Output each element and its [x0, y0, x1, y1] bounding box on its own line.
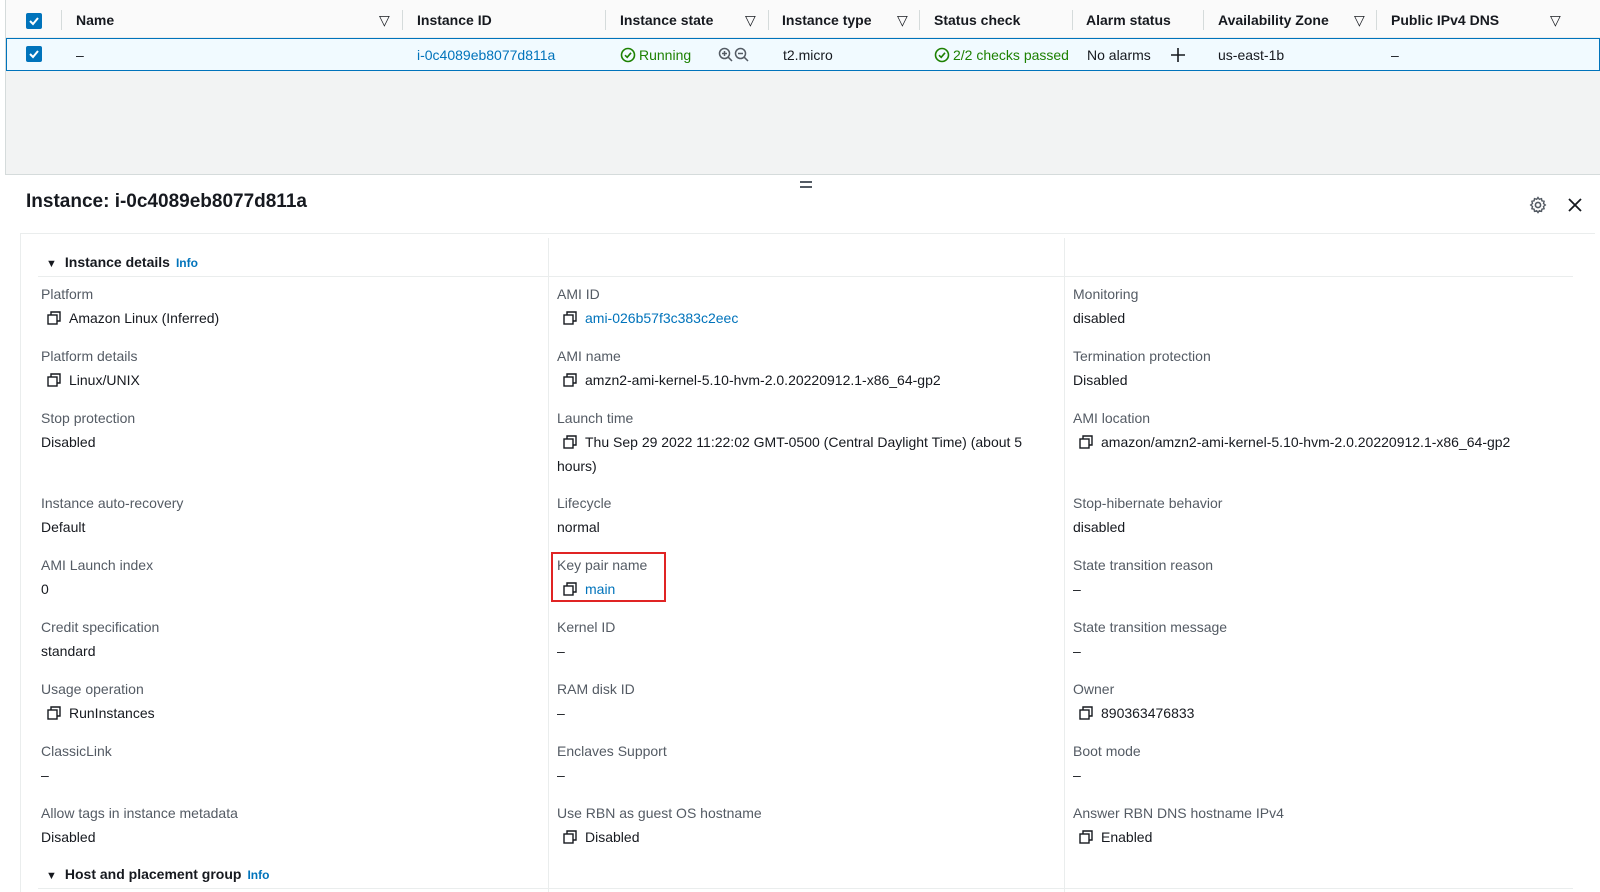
- copy-icon[interactable]: [1079, 828, 1093, 850]
- instance-id-link[interactable]: i-0c4089eb8077d811a: [417, 39, 555, 70]
- field-kernel-id: Kernel ID –: [557, 619, 616, 659]
- copy-icon[interactable]: [563, 371, 577, 393]
- field-lifecycle: Lifecycle normal: [557, 495, 612, 535]
- instance-state-text: Running: [639, 47, 692, 63]
- alarm-status: No alarms: [1087, 47, 1151, 63]
- gear-icon[interactable]: [1529, 196, 1547, 217]
- field-ami-launch-index: AMI Launch index 0: [41, 557, 154, 597]
- status-check[interactable]: 2/2 checks passed: [934, 39, 1071, 70]
- column-header-instance-type[interactable]: Instance type: [782, 0, 871, 38]
- info-link[interactable]: Info: [176, 256, 198, 270]
- split-panel-drag-handle[interactable]: [800, 181, 814, 191]
- column-header-availability-zone[interactable]: Availability Zone: [1218, 0, 1329, 38]
- copy-icon[interactable]: [563, 433, 577, 455]
- select-all-checkbox[interactable]: [26, 13, 42, 29]
- sort-caret-icon[interactable]: ▽: [897, 0, 908, 38]
- close-icon[interactable]: [1567, 197, 1583, 216]
- panel-title: Instance: i-0c4089eb8077d811a: [26, 191, 307, 212]
- checkmark-icon: [29, 50, 39, 59]
- field-launch-time: Launch time Thu Sep 29 2022 11:22:02 GMT…: [557, 410, 1023, 474]
- column-header-instance-state[interactable]: Instance state: [620, 0, 713, 38]
- public-dns: –: [1391, 47, 1399, 63]
- row-name: –: [76, 47, 84, 63]
- status-check-text: 2/2 checks passed: [953, 47, 1069, 63]
- sort-caret-icon[interactable]: ▽: [379, 0, 390, 38]
- column-header-status-check[interactable]: Status check: [934, 0, 1020, 38]
- sort-caret-icon[interactable]: ▽: [745, 0, 756, 38]
- copy-icon[interactable]: [47, 309, 61, 331]
- field-rbn-hostname: Use RBN as guest OS hostname Disabled: [557, 804, 762, 850]
- field-credit-specification: Credit specification standard: [41, 619, 160, 659]
- field-platform-details: Platform details Linux/UNIX: [41, 347, 140, 393]
- copy-icon[interactable]: [1079, 704, 1093, 726]
- column-header-public-dns[interactable]: Public IPv4 DNS: [1391, 0, 1499, 38]
- sort-caret-icon[interactable]: ▽: [1550, 0, 1561, 38]
- table-header: Name ▽ Instance ID Instance state ▽ Inst…: [6, 0, 1600, 38]
- field-state-transition-message: State transition message –: [1073, 619, 1228, 659]
- add-alarm-icon[interactable]: [1170, 39, 1186, 70]
- field-ram-disk-id: RAM disk ID –: [557, 681, 635, 721]
- field-answer-rbn: Answer RBN DNS hostname IPv4 Enabled: [1073, 804, 1284, 850]
- instance-state: Running: [620, 39, 691, 70]
- copy-icon[interactable]: [563, 828, 577, 850]
- column-header-instance-id[interactable]: Instance ID: [417, 0, 492, 38]
- field-termination-protection: Termination protection Disabled: [1073, 348, 1211, 388]
- caret-down-icon: ▼: [46, 258, 57, 270]
- instances-table: Name ▽ Instance ID Instance state ▽ Inst…: [5, 0, 1600, 175]
- field-usage-operation: Usage operation RunInstances: [41, 680, 155, 726]
- field-classiclink: ClassicLink –: [41, 743, 112, 783]
- copy-icon[interactable]: [47, 704, 61, 726]
- field-state-transition-reason: State transition reason –: [1073, 557, 1214, 597]
- field-ami-id: AMI ID ami-026b57f3c383c2eec: [557, 285, 738, 331]
- availability-zone: us-east-1b: [1218, 47, 1285, 63]
- field-platform: Platform Amazon Linux (Inferred): [41, 285, 219, 331]
- ami-id-link[interactable]: ami-026b57f3c383c2eec: [585, 310, 738, 326]
- info-link[interactable]: Info: [247, 868, 269, 882]
- field-ami-location: AMI location amazon/amzn2-ami-kernel-5.1…: [1073, 409, 1510, 455]
- field-boot-mode: Boot mode –: [1073, 743, 1141, 783]
- field-monitoring: Monitoring disabled: [1073, 286, 1139, 326]
- copy-icon[interactable]: [1079, 433, 1093, 455]
- field-stop-hibernate: Stop-hibernate behavior disabled: [1073, 495, 1223, 535]
- caret-down-icon: ▼: [46, 870, 57, 882]
- check-circle-icon: [620, 47, 636, 63]
- field-stop-protection: Stop protection Disabled: [41, 410, 136, 450]
- sort-caret-icon[interactable]: ▽: [1354, 0, 1365, 38]
- checkmark-icon: [29, 17, 39, 26]
- highlight-box: [551, 552, 666, 602]
- field-enclaves-support: Enclaves Support –: [557, 743, 667, 783]
- field-owner: Owner 890363476833: [1073, 680, 1194, 726]
- field-instance-auto-recovery: Instance auto-recovery Default: [41, 495, 184, 535]
- section-host-placement[interactable]: ▼ Host and placement group Info: [46, 866, 269, 882]
- column-header-name[interactable]: Name: [76, 0, 114, 38]
- instance-type: t2.micro: [783, 47, 833, 63]
- column-header-alarm-status[interactable]: Alarm status: [1086, 0, 1171, 38]
- field-allow-tags: Allow tags in instance metadata Disabled: [41, 805, 238, 845]
- check-circle-icon: [934, 47, 950, 63]
- zoom-out-icon[interactable]: [734, 39, 750, 70]
- copy-icon[interactable]: [47, 371, 61, 393]
- zoom-in-icon[interactable]: [718, 39, 734, 70]
- copy-icon[interactable]: [563, 309, 577, 331]
- table-row[interactable]: – i-0c4089eb8077d811a Running t2.micro 2…: [6, 38, 1600, 71]
- row-checkbox[interactable]: [26, 46, 42, 62]
- section-instance-details[interactable]: ▼ Instance details Info: [46, 254, 198, 270]
- field-ami-name: AMI name amzn2-ami-kernel-5.10-hvm-2.0.2…: [557, 347, 941, 393]
